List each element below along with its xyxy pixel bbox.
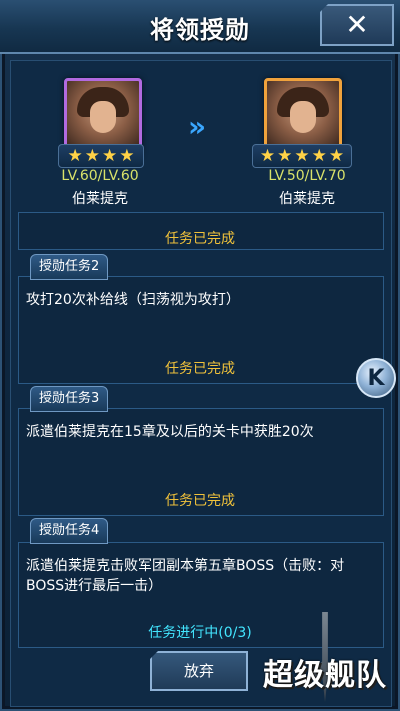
general-name-before: 伯莱提克 [72,191,128,207]
task-tab-4: 授勋任务4 [30,518,109,544]
task-status-3: 任务已完成 [165,493,235,509]
task-desc-3: 派遣伯莱提克在15章及以后的关卡中获胜20次 [26,424,314,440]
close-button[interactable]: ✕ [320,4,394,46]
upgrade-arrow-icon: » [188,110,207,143]
star-icon: ★ [119,146,135,166]
level-after: LV.50/LV.70 [268,168,346,184]
task-desc-2: 攻打20次补给线（扫荡视为攻打） [26,292,240,308]
task-status-2: 任务已完成 [165,361,235,377]
logo-text: 超级舰队 [263,658,387,693]
star-icon: ★ [311,146,327,166]
portrait-face [290,101,316,133]
portrait-face [90,101,116,133]
game-logo: 超级舰队 [255,612,395,702]
level-before: LV.60/LV.60 [61,168,139,184]
task-tab-3: 授勋任务3 [30,386,109,412]
task-tab-2: 授勋任务2 [30,254,109,280]
star-icon: ★ [277,146,293,166]
title-bar: 将领授勋 ✕ [0,0,400,54]
close-icon: ✕ [345,8,369,41]
k-icon: K [367,365,385,391]
star-rating-after: ★ ★ ★ ★ ★ [252,144,352,168]
general-name-after: 伯莱提克 [279,191,335,207]
star-icon: ★ [102,146,118,166]
star-icon: ★ [294,146,310,166]
star-icon: ★ [67,146,83,166]
side-k-button[interactable]: K [356,358,396,398]
give-up-button[interactable]: 放弃 [150,651,248,691]
task-desc-4: 派遣伯莱提克击败军团副本第五章BOSS（击败：对BOSS进行最后一击） [26,558,345,594]
star-icon: ★ [259,146,276,166]
task-status-1: 任务已完成 [165,231,235,247]
star-icon: ★ [84,146,100,166]
star-icon: ★ [328,146,345,166]
star-rating-before: ★ ★ ★ ★ [58,144,144,168]
